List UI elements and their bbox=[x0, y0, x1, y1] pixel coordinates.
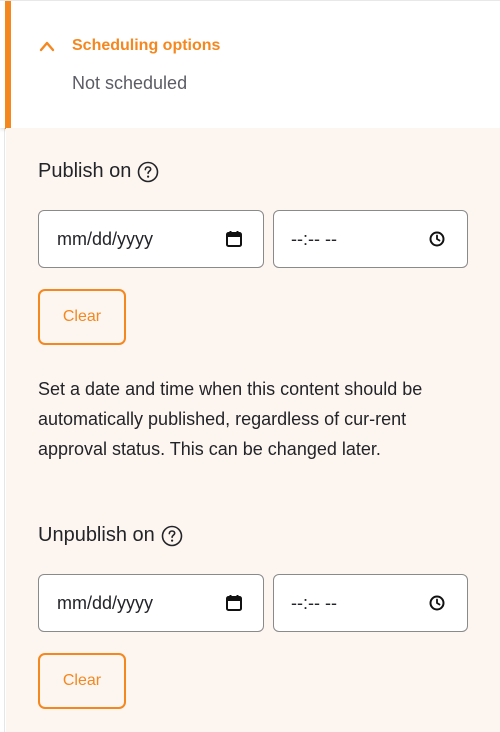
calendar-icon[interactable] bbox=[225, 230, 243, 248]
publish-date-placeholder: mm/dd/yyyy bbox=[57, 228, 154, 249]
publish-on-label: Publish on bbox=[38, 160, 132, 182]
unpublish-clear-button[interactable]: Clear bbox=[38, 653, 126, 709]
schedule-status: Not scheduled bbox=[72, 73, 188, 93]
scheduling-options-toggle[interactable]: Scheduling options bbox=[38, 37, 220, 55]
publish-time-placeholder: --:-- -- bbox=[291, 228, 337, 249]
unpublish-on-heading: Unpublish on bbox=[38, 524, 183, 547]
unpublish-date-input[interactable]: mm/dd/yyyy bbox=[38, 574, 264, 632]
chevron-up-icon bbox=[39, 41, 55, 52]
scheduling-options-label: Scheduling options bbox=[72, 37, 221, 54]
question-circle-icon[interactable] bbox=[161, 525, 183, 547]
publish-clear-button[interactable]: Clear bbox=[38, 289, 126, 345]
unpublish-on-label: Unpublish on bbox=[38, 524, 155, 546]
calendar-icon[interactable] bbox=[225, 594, 243, 612]
clock-icon[interactable] bbox=[428, 594, 446, 612]
scheduling-options-header: Scheduling options Not scheduled bbox=[0, 0, 500, 129]
publish-help-text: Set a date and time when this content sh… bbox=[38, 379, 423, 459]
publish-date-input[interactable]: mm/dd/yyyy bbox=[38, 210, 264, 268]
publish-time-input[interactable]: --:-- -- bbox=[273, 210, 468, 268]
unpublish-time-placeholder: --:-- -- bbox=[291, 592, 337, 613]
active-accent-bar bbox=[5, 1, 11, 129]
unpublish-date-placeholder: mm/dd/yyyy bbox=[57, 592, 154, 613]
clock-icon[interactable] bbox=[428, 230, 446, 248]
question-circle-icon[interactable] bbox=[137, 161, 159, 183]
publish-on-heading: Publish on bbox=[38, 160, 159, 183]
unpublish-time-input[interactable]: --:-- -- bbox=[273, 574, 468, 632]
